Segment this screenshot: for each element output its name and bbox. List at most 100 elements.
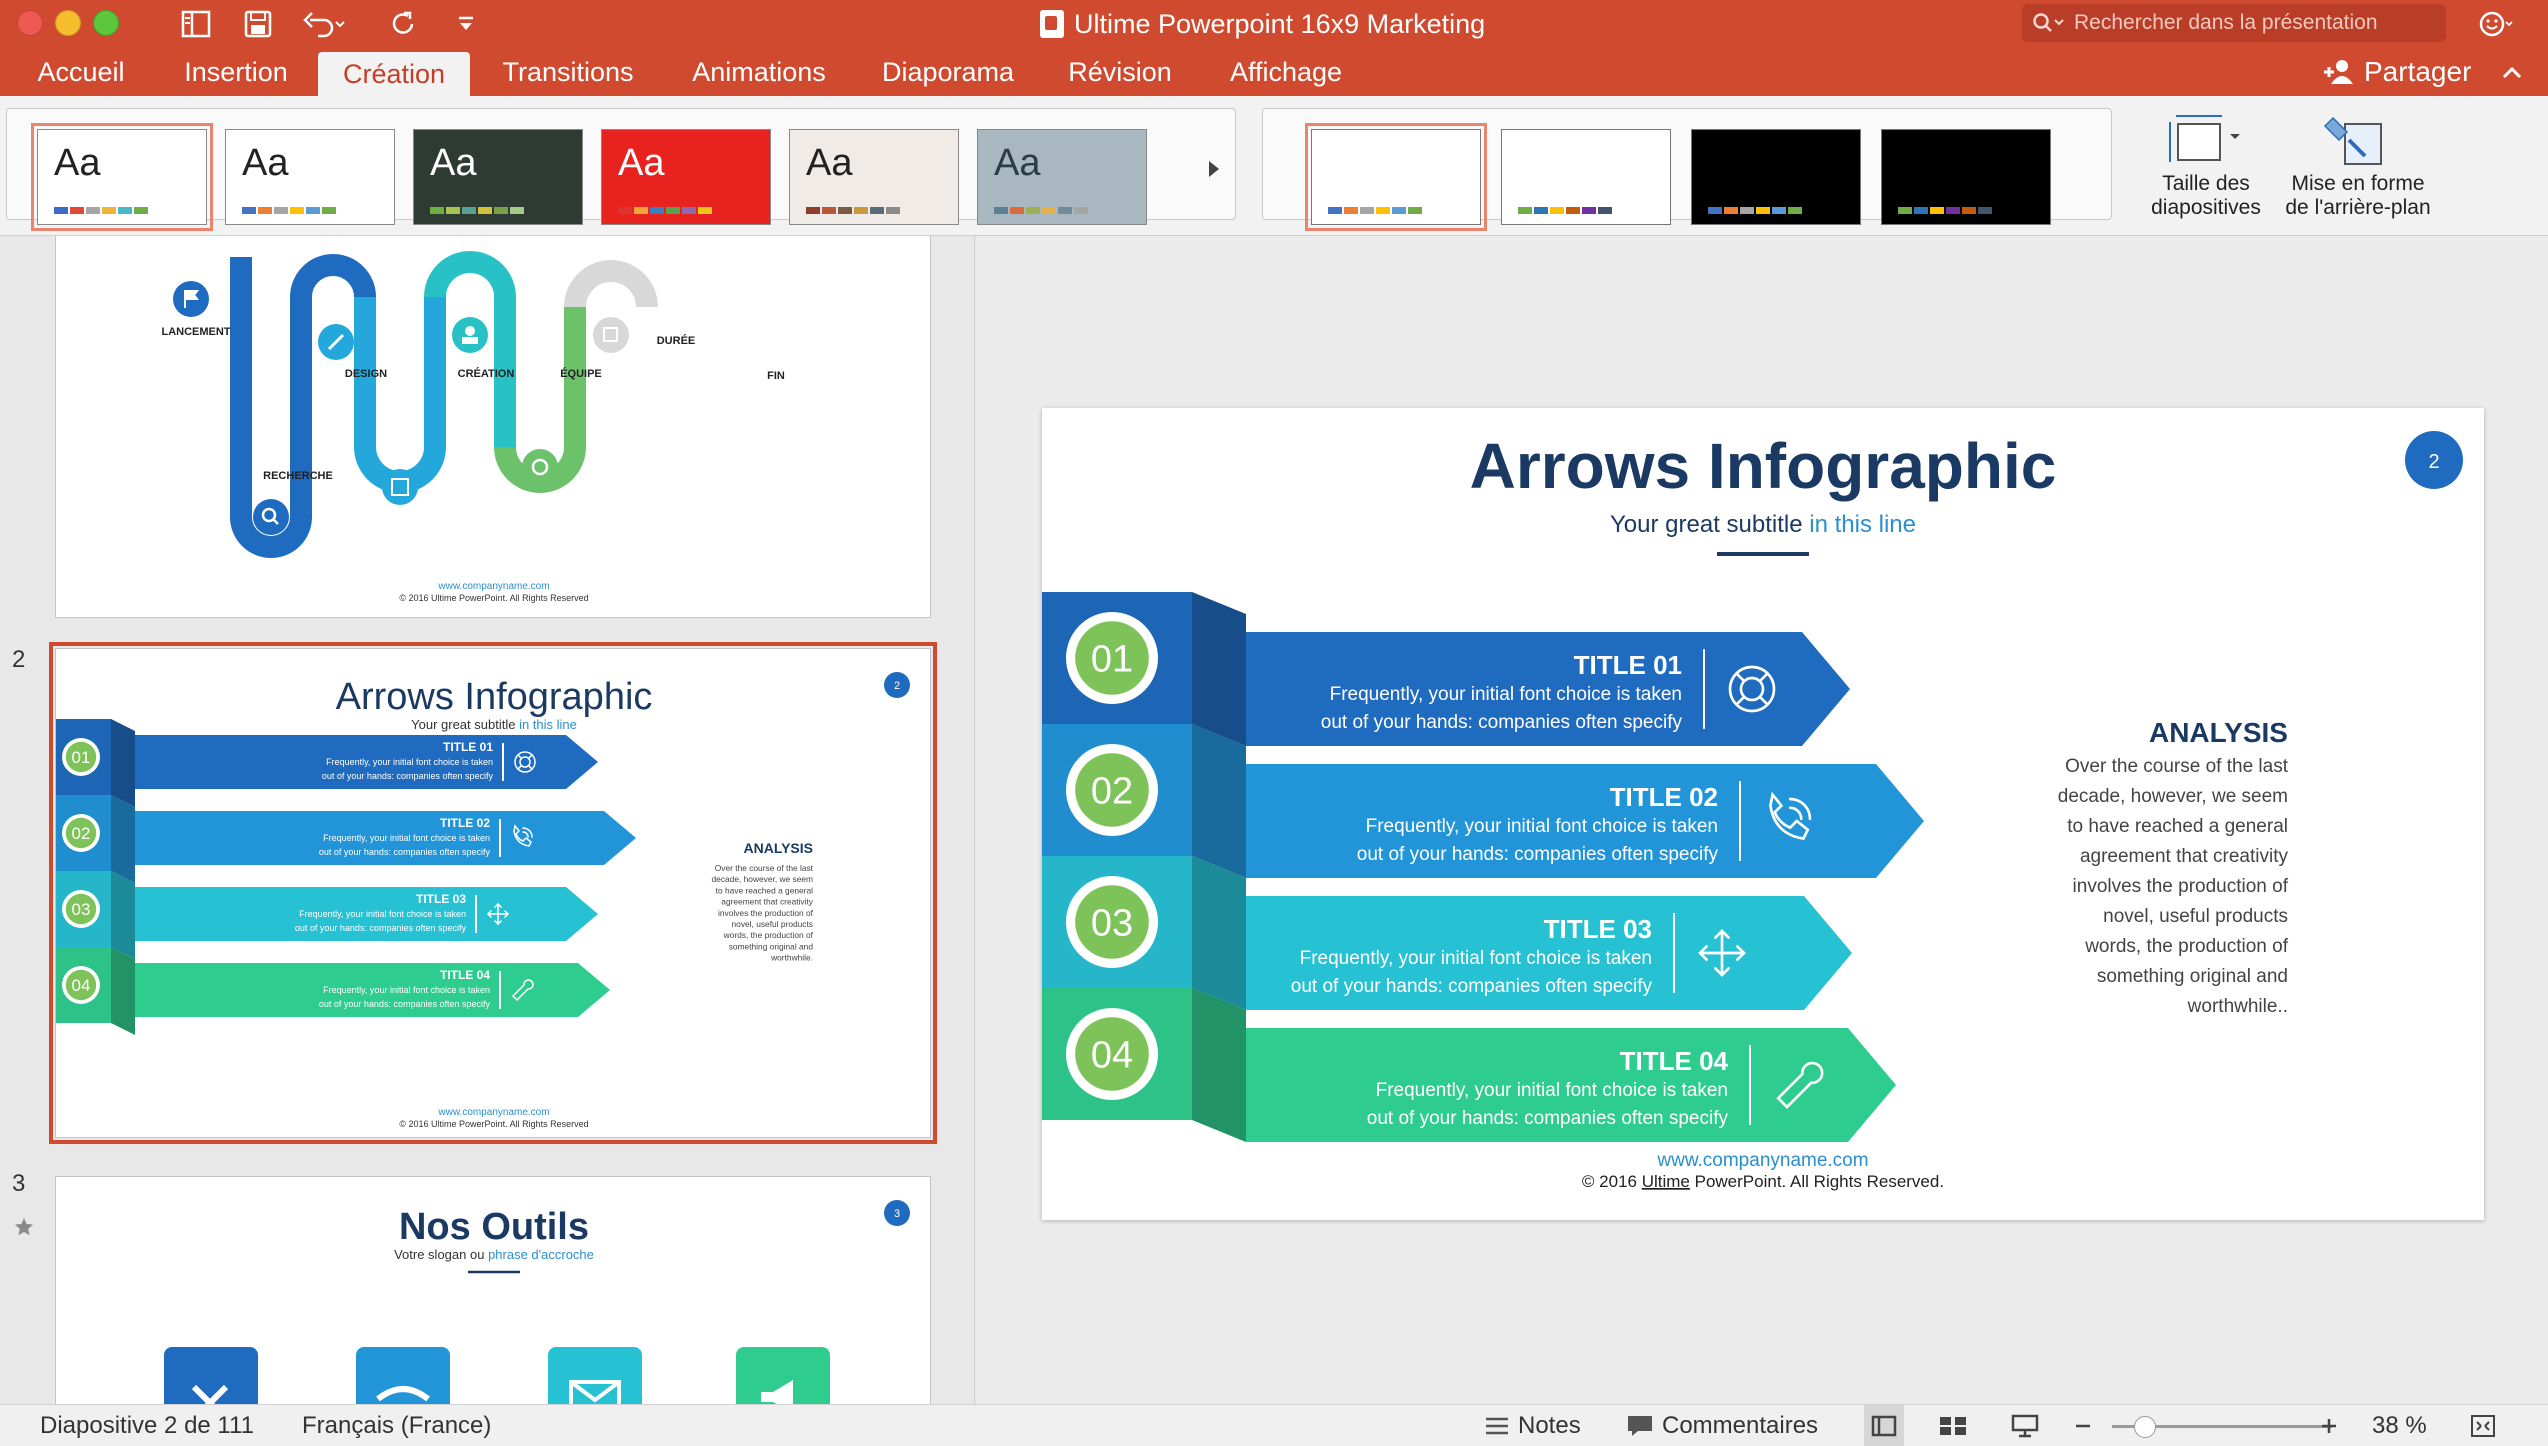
footer-copyright[interactable]: © 2016 Ultime PowerPoint. All Rights Res…	[1582, 1172, 1944, 1191]
comment-icon	[1628, 1416, 1652, 1436]
svg-text:3: 3	[894, 1208, 900, 1220]
tab-accueil[interactable]: Accueil	[10, 48, 152, 96]
variants-gallery	[1262, 108, 2112, 231]
theme-color-swatches	[994, 207, 1088, 214]
svg-text:2: 2	[894, 680, 900, 692]
comments-button[interactable]: Commentaires	[1626, 1405, 1818, 1446]
row-number: 04	[1091, 1035, 1133, 1077]
arrow-row-02[interactable]: 02 TITLE 02 Frequently, your initial font …	[1042, 724, 1924, 878]
arrow-row-04[interactable]: 04 TITLE 04 Frequently, your initial font …	[56, 947, 610, 1035]
feedback-smiley-icon[interactable]	[2478, 6, 2514, 42]
normal-view-button[interactable]	[1864, 1405, 1904, 1446]
step-label: ÉQUIPE	[560, 367, 602, 380]
zoom-level[interactable]: 38 %	[2372, 1405, 2427, 1446]
zoom-window-button[interactable]	[93, 10, 119, 36]
analysis-text[interactable]: Over the course of the last decade, howev…	[2058, 756, 2289, 1017]
language-indicator[interactable]: Français (France)	[302, 1405, 491, 1446]
arrow-row-04[interactable]: 04 TITLE 04 Frequently, your initial font …	[1042, 988, 1896, 1142]
customize-toolbar-icon[interactable]	[448, 6, 484, 42]
envelope-icon	[548, 1347, 642, 1404]
tab-transitions[interactable]: Transitions	[482, 48, 654, 96]
format-background-button[interactable]: Mise en forme de l'arrière-plan	[2278, 110, 2438, 220]
theme-thumbnail[interactable]: Aa	[789, 129, 959, 225]
theme-sample-text: Aa	[994, 142, 1041, 184]
slide-title[interactable]: Arrows Infographic	[1470, 430, 2057, 502]
search-input[interactable]: Rechercher dans la présentation	[2022, 4, 2446, 42]
slide-size-button[interactable]: Taille des diapositives	[2140, 110, 2272, 220]
slide-editing-canvas[interactable]: Arrows Infographic Your great subtitle i…	[976, 236, 2548, 1404]
tab-affichage[interactable]: Affichage	[1204, 48, 1368, 96]
theme-thumbnail[interactable]: Aa	[601, 129, 771, 225]
arrow-row-02[interactable]: 02 TITLE 02 Frequently, your initial font …	[56, 795, 636, 883]
theme-thumbnail[interactable]: Aa	[977, 129, 1147, 225]
analysis-line: involves the production of	[2073, 876, 2289, 897]
zoom-slider-handle[interactable]	[2134, 1416, 2156, 1438]
slide-thumbnail-3[interactable]: Nos Outils Votre slogan ou phrase d'accr…	[55, 1176, 931, 1404]
normal-view-icon	[1871, 1415, 1897, 1437]
slide-subtitle[interactable]: Your great subtitle in this line	[1610, 511, 1916, 538]
row-body-line: out of your hands: companies often speci…	[1357, 844, 1719, 865]
slide-thumbnail-pane[interactable]: LANCEMENT RECHERCHE DESIGN CRÉATION ÉQUI…	[0, 236, 975, 1404]
gallery-next-icon[interactable]	[1207, 159, 1221, 185]
theme-variant[interactable]	[1501, 129, 1671, 225]
undo-icon[interactable]	[300, 6, 348, 42]
analysis-line: to have reached a general	[716, 885, 813, 895]
tab-diaporama[interactable]: Diaporama	[864, 48, 1032, 96]
row-body-line: out of your hands: companies often speci…	[1367, 1108, 1729, 1129]
analysis-title[interactable]: ANALYSIS	[2149, 717, 2288, 748]
slide-sorter-button[interactable]	[1938, 1405, 1968, 1446]
tab-animations[interactable]: Animations	[670, 48, 848, 96]
share-label: Partager	[2364, 56, 2472, 87]
theme-thumbnail[interactable]: Aa	[413, 129, 583, 225]
footer-copyright: © 2016 Ultime PowerPoint. All Rights Res…	[399, 593, 588, 603]
analysis-line: words, the production of	[723, 930, 814, 940]
ribbon-tabs: Accueil Insertion Création Transitions A…	[0, 48, 2548, 96]
arrow-row-01[interactable]: 01 TITLE 01 Frequently, your initial font …	[56, 719, 598, 807]
fit-to-window-button[interactable]	[2470, 1405, 2496, 1446]
theme-variant[interactable]	[1305, 123, 1487, 231]
arrow-row-01[interactable]: 01 TITLE 01 Frequently, your initial font …	[1042, 592, 1850, 746]
row-body-line: Frequently, your initial font choice is …	[1366, 816, 1718, 837]
variant-color-swatches	[1708, 207, 1802, 214]
tab-revision[interactable]: Révision	[1050, 48, 1190, 96]
close-window-button[interactable]	[17, 10, 43, 36]
save-icon[interactable]	[240, 6, 276, 42]
tab-insertion[interactable]: Insertion	[160, 48, 312, 96]
arrow-row-03[interactable]: 03 TITLE 03 Frequently, your initial font …	[1042, 856, 1852, 1010]
arrow-rows: 01 TITLE 01 Frequently, your initial font …	[56, 719, 636, 1035]
zoom-in-button[interactable]	[2320, 1405, 2338, 1446]
add-person-icon	[2324, 60, 2353, 84]
analysis-line: worthwhile.	[770, 953, 813, 963]
slide-thumbnail-2[interactable]: Arrows Infographic Your great subtitle i…	[49, 642, 937, 1144]
theme-thumbnail[interactable]: Aa	[225, 129, 395, 225]
analysis-line: involves the production of	[718, 908, 814, 918]
analysis-text: Over the course of the lastdecade, howev…	[712, 863, 814, 963]
presenter-view-button[interactable]	[2010, 1405, 2040, 1446]
share-button[interactable]: Partager	[2322, 48, 2471, 96]
theme-variant[interactable]	[1881, 129, 2051, 225]
analysis-line: decade, however, we seem	[2058, 786, 2288, 807]
footer-url: www.companyname.com	[437, 1107, 549, 1118]
redo-icon[interactable]	[386, 6, 422, 42]
slide-title: Nos Outils	[399, 1206, 589, 1248]
notes-button[interactable]: Notes	[1484, 1405, 1581, 1446]
theme-variant[interactable]	[1691, 129, 1861, 225]
footer-url[interactable]: www.companyname.com	[1656, 1150, 1868, 1171]
row-body-line: Frequently, your initial font choice is …	[323, 985, 490, 995]
sidebar-toggle-icon[interactable]	[178, 6, 214, 42]
arrow-row-03[interactable]: 03 TITLE 03 Frequently, your initial font …	[56, 871, 598, 959]
zoom-out-button[interactable]	[2074, 1405, 2092, 1446]
minimize-window-button[interactable]	[55, 10, 81, 36]
tab-creation[interactable]: Création	[318, 52, 470, 96]
row-title: TITLE 03	[1544, 914, 1652, 944]
row-body-line: out of your hands: companies often speci…	[319, 847, 491, 857]
status-bar: Diapositive 2 de 111 Français (France) N…	[0, 1404, 2548, 1446]
collapse-ribbon-icon[interactable]	[2494, 54, 2530, 90]
analysis-line: agreement that creativity	[2080, 846, 2289, 867]
theme-thumbnail[interactable]: Aa	[31, 123, 213, 231]
number-badge: 02	[1066, 744, 1158, 836]
current-slide[interactable]: Arrows Infographic Your great subtitle i…	[1042, 408, 2484, 1220]
slide-thumbnail-1[interactable]: LANCEMENT RECHERCHE DESIGN CRÉATION ÉQUI…	[55, 236, 931, 618]
row-title: TITLE 04	[440, 968, 490, 982]
analysis-line: novel, useful products	[2103, 906, 2288, 927]
